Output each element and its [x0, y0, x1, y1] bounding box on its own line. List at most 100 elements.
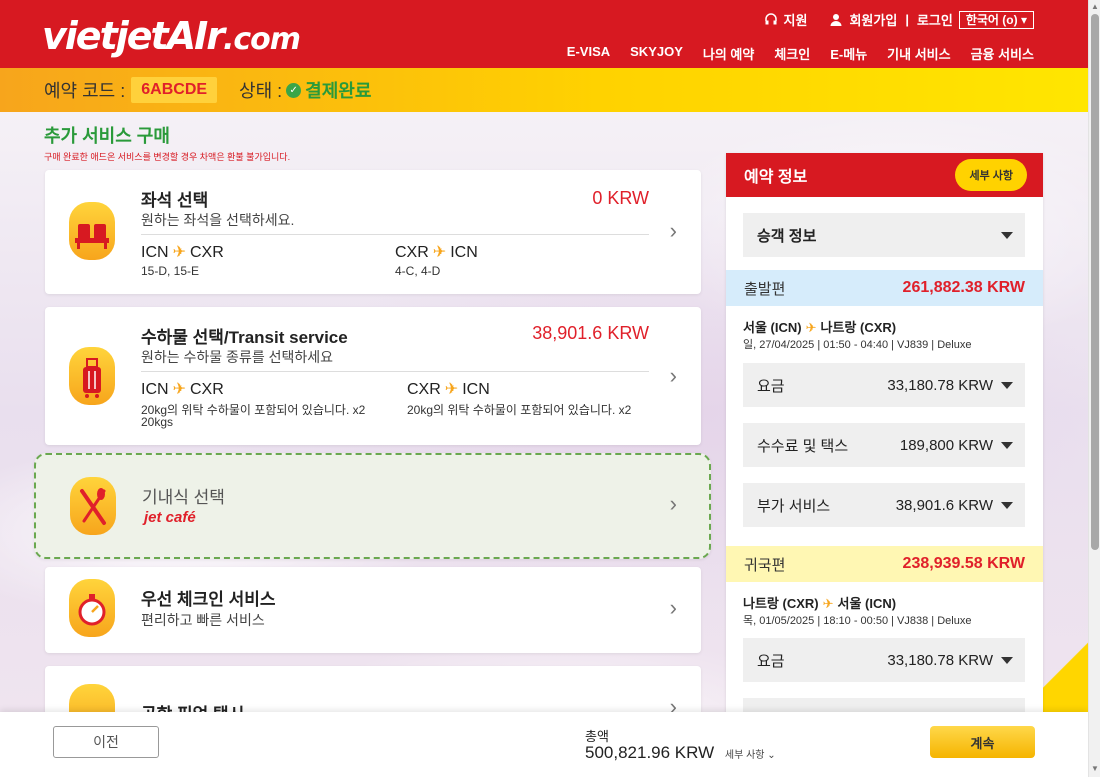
route-from: 나트랑 (CXR) — [743, 596, 819, 611]
route-to: 서울 (ICN) — [837, 596, 897, 611]
utensils-icon — [70, 477, 116, 535]
route-from: CXR — [395, 244, 429, 261]
plane-icon: ✈ — [805, 320, 817, 335]
outbound-baggage-weight: 20kgs — [141, 415, 174, 429]
seat-icon — [69, 202, 115, 260]
outbound-addon-row[interactable]: 부가 서비스 38,901.6 KRW — [743, 483, 1025, 527]
nav-evisa[interactable]: E-VISA — [567, 44, 610, 63]
return-baggage: 20kg의 위탁 수하물이 포함되어 있습니다. x2 — [407, 403, 632, 417]
scroll-down-icon[interactable]: ▼ — [1091, 764, 1099, 773]
card-title: 수하물 선택/Transit service — [141, 328, 348, 347]
return-label: 귀국편 — [744, 556, 786, 574]
return-next-row[interactable] — [743, 698, 1025, 713]
return-fare-row[interactable]: 요금 33,180.78 KRW — [743, 638, 1025, 682]
nav-skyjoy[interactable]: SKYJOY — [630, 44, 683, 63]
booking-code: 6ABCDE — [131, 77, 218, 103]
chevron-down-icon: ▾ — [1020, 12, 1027, 27]
nav-checkin[interactable]: 체크인 — [774, 44, 810, 63]
logo-text: vietjetAIr — [42, 14, 225, 58]
plane-icon: ✈ — [822, 596, 834, 611]
baggage-selection-card[interactable]: 수하물 선택/Transit service 원하는 수하물 종류를 선택하세요… — [45, 307, 701, 445]
vietjet-logo[interactable]: vietjetAIr.com — [42, 14, 301, 58]
route-from: ICN — [141, 244, 169, 261]
prev-button[interactable]: 이전 — [53, 726, 159, 758]
utility-nav: 지원 회원가입 | 로그인 한국어 (o) ▾ — [764, 10, 1034, 29]
outbound-info: 일, 27/04/2025 | 01:50 - 04:40 | VJ839 | … — [743, 339, 972, 351]
login-link[interactable]: 로그인 — [917, 10, 953, 29]
chevron-right-icon: › — [669, 218, 677, 243]
page-title: 추가 서비스 구매 — [44, 126, 170, 146]
booking-info-panel: 예약 정보 세부 사항 승객 정보 출발편 261,882.38 KRW 서울 … — [726, 153, 1043, 713]
fare-label: 요금 — [757, 652, 785, 670]
card-title: 좌석 선택 — [141, 191, 209, 210]
language-select[interactable]: 한국어 (o) ▾ — [958, 10, 1034, 29]
outbound-tax-row[interactable]: 수수료 및 택스 189,800 KRW — [743, 423, 1025, 467]
plane-icon: ✈ — [172, 381, 186, 398]
decorative-corner — [1038, 640, 1088, 720]
chevron-down-icon — [1001, 441, 1013, 449]
scrollbar-thumb[interactable] — [1091, 14, 1099, 550]
headset-icon — [764, 12, 777, 24]
divider — [141, 371, 649, 372]
total-amount-row: 500,821.96 KRW 세부 사항 ⌄ — [585, 743, 776, 763]
addon-value: 38,901.6 KRW — [895, 496, 993, 514]
nav-emenu[interactable]: E-메뉴 — [830, 44, 867, 63]
plane-icon: ✈ — [432, 244, 447, 261]
card-price: 0 KRW — [592, 188, 649, 208]
card-subtitle: 편리하고 빠른 서비스 — [141, 612, 265, 628]
route-to: CXR — [189, 381, 224, 398]
chevron-down-icon — [1001, 231, 1013, 239]
panel-header: 예약 정보 세부 사항 — [726, 153, 1043, 197]
return-route: 나트랑 (CXR) ✈ 서울 (ICN) — [743, 593, 896, 612]
refund-note: 구매 완료한 애드온 서비스를 변경할 경우 차액은 환불 불가입니다. — [44, 152, 291, 162]
chevron-down-icon — [1001, 656, 1013, 664]
passenger-label: 승객 정보 — [757, 227, 817, 245]
card-title: 우선 체크인 서비스 — [141, 590, 276, 609]
outbound-baggage: 20kg의 위탁 수하물이 포함되어 있습니다. x2 — [141, 403, 366, 417]
tax-value: 189,800 KRW — [899, 436, 993, 454]
nav-my-booking[interactable]: 나의 예약 — [703, 44, 754, 63]
user-icon — [830, 13, 842, 26]
panel-title: 예약 정보 — [744, 169, 808, 186]
signup-link[interactable]: 회원가입 — [849, 10, 897, 29]
meal-selection-card[interactable]: 기내식 선택 jet café › — [34, 453, 711, 559]
route-from: ICN — [141, 381, 169, 398]
details-label: 세부 사항 — [724, 750, 765, 761]
outbound-seats: 15-D, 15-E — [141, 264, 200, 278]
outbound-route: 서울 (ICN) ✈ 나트랑 (CXR) — [743, 317, 896, 336]
route-to: 나트랑 (CXR) — [820, 320, 897, 335]
outbound-fare-row[interactable]: 요금 33,180.78 KRW — [743, 363, 1025, 407]
passenger-info-toggle[interactable]: 승객 정보 — [743, 213, 1025, 257]
continue-button[interactable]: 계속 — [930, 726, 1035, 758]
card-subtitle: 원하는 좌석을 선택하세요. — [141, 212, 295, 228]
tax-label: 수수료 및 택스 — [757, 437, 849, 455]
chevron-down-icon: ⌄ — [767, 750, 776, 761]
nav-financial-service[interactable]: 금융 서비스 — [971, 44, 1034, 63]
plane-icon: ✈ — [444, 381, 459, 398]
chevron-down-icon — [1001, 501, 1013, 509]
scrollbar[interactable]: ▲ ▼ — [1088, 0, 1100, 777]
outbound-label: 출발편 — [744, 280, 786, 298]
total-details-toggle[interactable]: 세부 사항 ⌄ — [725, 750, 776, 761]
luggage-icon — [69, 347, 115, 405]
nav-inflight-service[interactable]: 기내 서비스 — [887, 44, 950, 63]
details-button[interactable]: 세부 사항 — [955, 159, 1027, 191]
chevron-right-icon: › — [669, 363, 677, 388]
support-link[interactable]: 지원 — [784, 10, 808, 29]
return-route: CXR ✈ ICN — [407, 379, 490, 399]
status-label: 상태 : — [239, 81, 283, 101]
outbound-route: ICN ✈ CXR — [141, 379, 224, 399]
addon-label: 부가 서비스 — [757, 497, 831, 515]
fare-value: 33,180.78 KRW — [887, 376, 993, 394]
chevron-right-icon: › — [669, 491, 677, 516]
jet-cafe-logo: jet café — [144, 509, 196, 526]
status-text: 결제완료 — [305, 81, 372, 101]
scroll-up-icon[interactable]: ▲ — [1091, 2, 1099, 11]
route-to: CXR — [189, 244, 224, 261]
priority-checkin-card[interactable]: 우선 체크인 서비스 편리하고 빠른 서비스 › — [45, 567, 701, 653]
route-from: CXR — [407, 381, 441, 398]
return-header: 귀국편 238,939.58 KRW — [726, 546, 1043, 582]
seat-selection-card[interactable]: 좌석 선택 원하는 좌석을 선택하세요. 0 KRW ICN ✈ CXR 15-D,… — [45, 170, 701, 294]
chevron-down-icon — [1001, 381, 1013, 389]
footer-bar: 이전 총액 500,821.96 KRW 세부 사항 ⌄ 계속 — [0, 712, 1088, 777]
